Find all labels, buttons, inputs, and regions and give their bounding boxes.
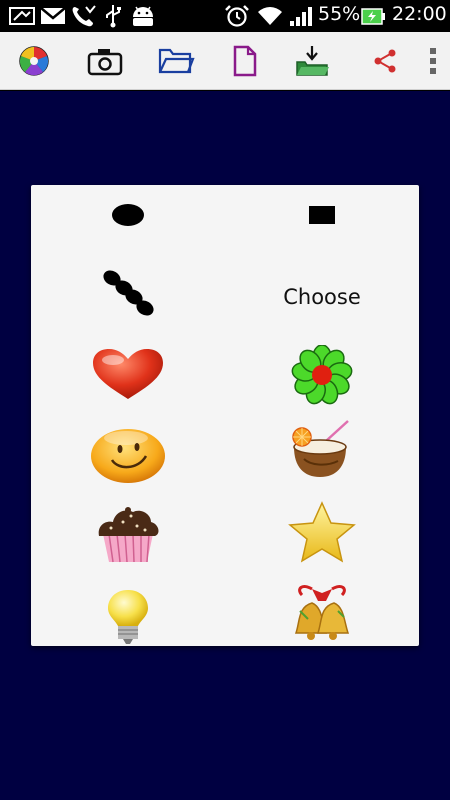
brush-picker-dialog: Choose bbox=[31, 185, 419, 646]
dots-brush-icon bbox=[103, 270, 154, 316]
coconut-drink-icon bbox=[292, 420, 349, 477]
action-bar bbox=[0, 32, 450, 90]
android-icon bbox=[133, 6, 153, 26]
open-folder-icon bbox=[158, 48, 195, 74]
star-sticker-option[interactable] bbox=[225, 491, 419, 571]
oval-brush-icon bbox=[112, 204, 144, 226]
status-bar: 55% 22:00 bbox=[0, 0, 450, 32]
coconut-drink-sticker-option[interactable] bbox=[225, 409, 419, 489]
wifi-icon bbox=[258, 7, 282, 25]
choose-label: Choose bbox=[283, 285, 361, 309]
overflow-menu-button[interactable] bbox=[418, 40, 448, 82]
alarm-icon bbox=[225, 5, 249, 27]
dots-brush-option[interactable] bbox=[31, 253, 225, 333]
lightbulb-icon bbox=[108, 590, 148, 644]
cupcake-sticker-option[interactable] bbox=[31, 495, 225, 575]
camera-button[interactable] bbox=[83, 40, 127, 82]
heart-sticker-option[interactable] bbox=[31, 335, 225, 415]
camera-icon bbox=[87, 49, 123, 76]
star-icon bbox=[288, 501, 356, 563]
save-download-icon bbox=[296, 46, 329, 76]
new-file-icon bbox=[233, 45, 257, 77]
battery-icon bbox=[361, 8, 385, 25]
lightbulb-sticker-option[interactable] bbox=[31, 577, 225, 646]
choose-option[interactable]: Choose bbox=[225, 257, 419, 337]
overflow-menu-icon bbox=[430, 48, 436, 74]
open-folder-button[interactable] bbox=[154, 40, 198, 82]
smiley-icon bbox=[91, 429, 165, 483]
share-button[interactable] bbox=[363, 40, 407, 82]
missed-call-icon bbox=[72, 5, 96, 27]
cupcake-icon bbox=[98, 507, 159, 563]
clock: 22:00 bbox=[392, 3, 447, 25]
color-palette-icon bbox=[19, 46, 49, 76]
signal-icon bbox=[290, 7, 312, 26]
square-brush-icon bbox=[309, 206, 335, 224]
gmail-icon bbox=[40, 7, 66, 24]
usb-icon bbox=[106, 5, 121, 28]
screenshot-icon bbox=[9, 7, 35, 25]
bells-icon bbox=[294, 585, 350, 640]
bells-sticker-option[interactable] bbox=[225, 573, 419, 646]
new-file-button[interactable] bbox=[223, 40, 267, 82]
flower-sticker-option[interactable] bbox=[225, 335, 419, 415]
flower-icon bbox=[291, 345, 353, 405]
save-button[interactable] bbox=[290, 40, 334, 82]
share-icon bbox=[374, 49, 396, 73]
square-brush-option[interactable] bbox=[225, 185, 419, 255]
smiley-sticker-option[interactable] bbox=[31, 415, 225, 495]
battery-percent: 55% bbox=[318, 3, 361, 25]
oval-brush-option[interactable] bbox=[31, 185, 225, 255]
heart-icon bbox=[93, 349, 163, 399]
color-palette-button[interactable] bbox=[12, 40, 56, 82]
